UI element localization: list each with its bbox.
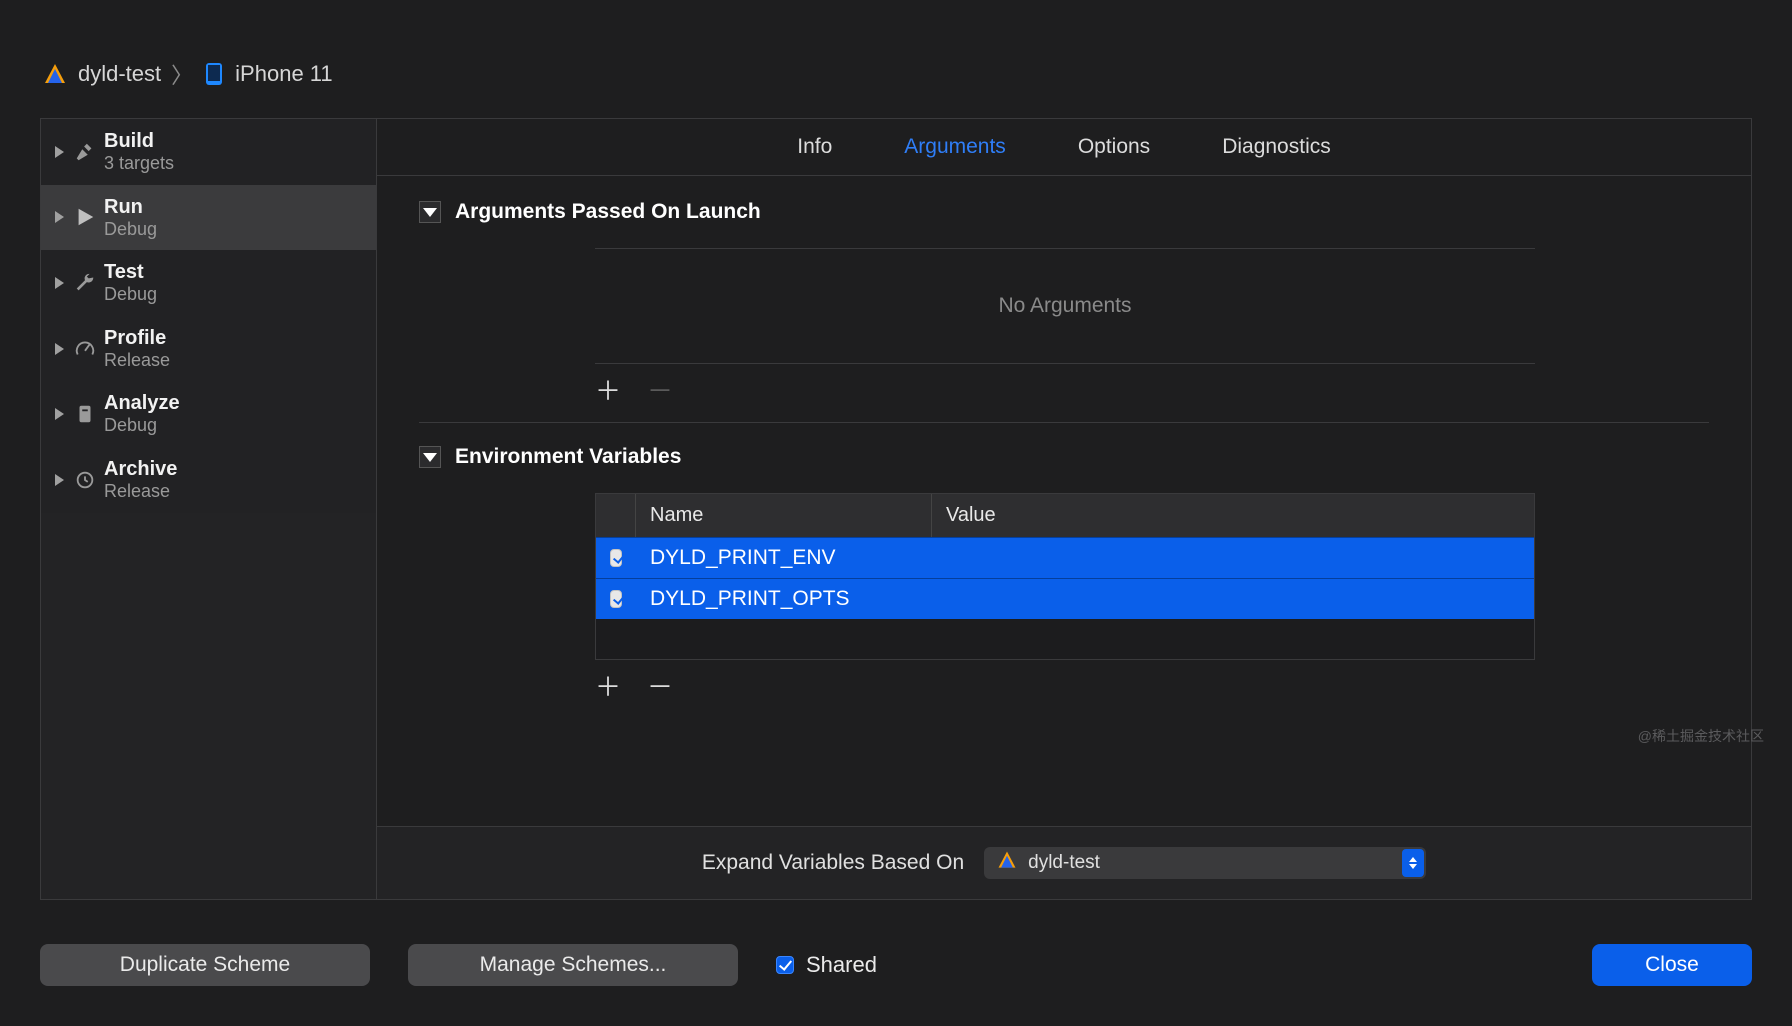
expand-dropdown[interactable]: dyld-test bbox=[984, 847, 1426, 879]
close-button[interactable]: Close bbox=[1592, 944, 1752, 986]
tab-bar: Info Arguments Options Diagnostics bbox=[377, 119, 1751, 176]
app-icon bbox=[996, 849, 1018, 877]
env-table-spacer bbox=[596, 619, 1534, 659]
expand-label: Expand Variables Based On bbox=[702, 851, 964, 875]
env-row-value[interactable] bbox=[932, 595, 1534, 603]
breadcrumb: dyld-test 〉 iPhone 11 bbox=[40, 40, 1752, 118]
shared-control: Shared bbox=[776, 952, 877, 978]
sidebar-item-subtitle: Debug bbox=[104, 415, 180, 437]
arguments-pane: Arguments Passed On Launch No Arguments … bbox=[377, 176, 1751, 826]
bottom-bar: Duplicate Scheme Manage Schemes... Share… bbox=[40, 944, 1752, 986]
remove-env-button[interactable]: － bbox=[647, 674, 673, 700]
env-col-name: Name bbox=[636, 494, 932, 537]
sidebar-item-subtitle: Release bbox=[104, 481, 177, 503]
arguments-list: No Arguments bbox=[595, 248, 1535, 364]
sidebar-item-label: Archive bbox=[104, 457, 177, 481]
disclosure-triangle-icon[interactable] bbox=[55, 277, 64, 289]
app-icon bbox=[42, 61, 68, 87]
scheme-sidebar: Build 3 targets Run Debug bbox=[41, 119, 377, 899]
env-table-header: Name Value bbox=[596, 494, 1534, 537]
env-row-value[interactable] bbox=[932, 554, 1534, 562]
env-table: Name Value DYLD_PRINT_ENV DYLD_PRINT_OPT… bbox=[595, 493, 1535, 660]
breadcrumb-scheme[interactable]: dyld-test bbox=[78, 61, 161, 87]
sidebar-item-run[interactable]: Run Debug bbox=[41, 185, 376, 251]
env-section-title: Environment Variables bbox=[455, 445, 681, 469]
gauge-icon bbox=[72, 337, 98, 361]
arguments-add-remove: ＋ － bbox=[595, 378, 1709, 404]
sidebar-item-subtitle: Debug bbox=[104, 219, 157, 241]
sidebar-item-subtitle: Debug bbox=[104, 284, 157, 306]
arguments-section-header: Arguments Passed On Launch bbox=[419, 200, 1709, 224]
watermark: @稀土掘金技术社区 bbox=[1638, 726, 1764, 746]
sidebar-item-analyze[interactable]: Analyze Debug bbox=[41, 381, 376, 447]
sidebar-item-profile[interactable]: Profile Release bbox=[41, 316, 376, 382]
sidebar-item-test[interactable]: Test Debug bbox=[41, 250, 376, 316]
sidebar-item-subtitle: 3 targets bbox=[104, 153, 174, 175]
env-row[interactable]: DYLD_PRINT_OPTS bbox=[596, 578, 1534, 619]
expand-value: dyld-test bbox=[1028, 852, 1100, 874]
expand-row: Expand Variables Based On dyld-test bbox=[377, 826, 1751, 899]
tab-arguments[interactable]: Arguments bbox=[904, 135, 1006, 159]
sidebar-item-archive[interactable]: Archive Release bbox=[41, 447, 376, 513]
tab-diagnostics[interactable]: Diagnostics bbox=[1222, 135, 1331, 159]
manage-schemes-button[interactable]: Manage Schemes... bbox=[408, 944, 738, 986]
sidebar-item-label: Analyze bbox=[104, 391, 180, 415]
tab-info[interactable]: Info bbox=[797, 135, 832, 159]
disclosure-down-icon[interactable] bbox=[419, 446, 441, 468]
env-col-check bbox=[596, 494, 636, 537]
doc-icon bbox=[72, 402, 98, 426]
chevron-up-down-icon bbox=[1402, 849, 1424, 877]
shared-label: Shared bbox=[806, 952, 877, 978]
breadcrumb-device[interactable]: iPhone 11 bbox=[235, 61, 332, 87]
scheme-editor: Build 3 targets Run Debug bbox=[40, 118, 1752, 900]
disclosure-triangle-icon[interactable] bbox=[55, 408, 64, 420]
env-section-header: Environment Variables bbox=[419, 445, 1709, 469]
sidebar-item-label: Build bbox=[104, 129, 174, 153]
arguments-section-title: Arguments Passed On Launch bbox=[455, 200, 761, 224]
archive-icon bbox=[72, 468, 98, 492]
tab-options[interactable]: Options bbox=[1078, 135, 1150, 159]
device-icon bbox=[203, 61, 225, 87]
env-row-checkbox[interactable] bbox=[610, 590, 622, 608]
env-row-name[interactable]: DYLD_PRINT_ENV bbox=[636, 542, 932, 574]
duplicate-scheme-button[interactable]: Duplicate Scheme bbox=[40, 944, 370, 986]
disclosure-triangle-icon[interactable] bbox=[55, 211, 64, 223]
disclosure-triangle-icon[interactable] bbox=[55, 474, 64, 486]
sidebar-item-subtitle: Release bbox=[104, 350, 170, 372]
sidebar-item-build[interactable]: Build 3 targets bbox=[41, 119, 376, 185]
remove-argument-button[interactable]: － bbox=[647, 378, 673, 404]
divider bbox=[419, 422, 1709, 423]
shared-checkbox[interactable] bbox=[776, 956, 794, 974]
add-argument-button[interactable]: ＋ bbox=[595, 378, 621, 404]
sidebar-item-label: Run bbox=[104, 195, 157, 219]
env-add-remove: ＋ － bbox=[595, 674, 1709, 700]
sidebar-item-label: Test bbox=[104, 260, 157, 284]
env-row-checkbox[interactable] bbox=[610, 549, 622, 567]
hammer-icon bbox=[72, 140, 98, 164]
play-icon bbox=[72, 205, 98, 229]
disclosure-triangle-icon[interactable] bbox=[55, 146, 64, 158]
arguments-empty-text: No Arguments bbox=[998, 294, 1131, 318]
disclosure-triangle-icon[interactable] bbox=[55, 343, 64, 355]
env-row[interactable]: DYLD_PRINT_ENV bbox=[596, 537, 1534, 578]
main-pane: Info Arguments Options Diagnostics Argum… bbox=[377, 119, 1751, 899]
chevron-right-icon: 〉 bbox=[171, 58, 193, 90]
env-col-value: Value bbox=[932, 494, 1534, 537]
add-env-button[interactable]: ＋ bbox=[595, 674, 621, 700]
wrench-icon bbox=[72, 271, 98, 295]
env-row-name[interactable]: DYLD_PRINT_OPTS bbox=[636, 583, 932, 615]
sidebar-item-label: Profile bbox=[104, 326, 170, 350]
disclosure-down-icon[interactable] bbox=[419, 201, 441, 223]
